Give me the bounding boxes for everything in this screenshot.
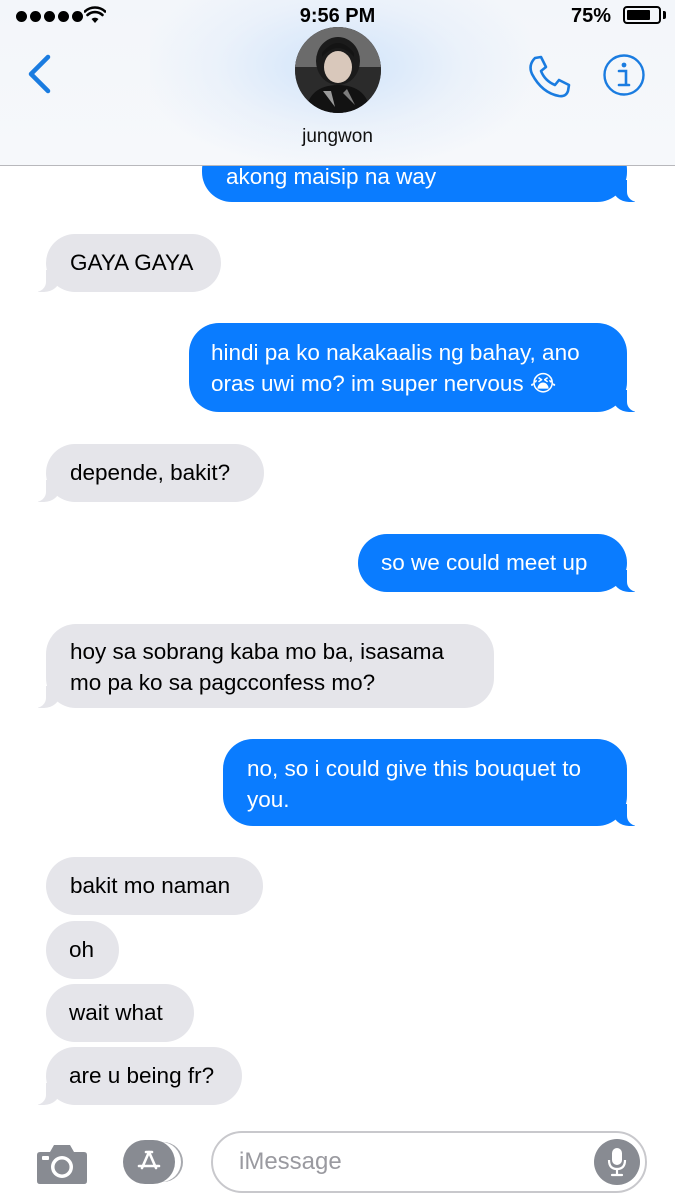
contact-avatar[interactable] (295, 27, 381, 113)
message-bubble-received[interactable]: GAYA GAYA (34, 234, 221, 292)
message-text: no, so i could give this bouquet to you. (247, 756, 581, 812)
message-bubble-sent[interactable]: so we could meet up (358, 534, 639, 592)
message-bubble-received[interactable]: depende, bakit? (34, 444, 264, 502)
microphone-icon (607, 1148, 627, 1177)
app-store-button[interactable] (123, 1140, 175, 1184)
battery-percent: 75% (570, 5, 611, 27)
battery-tip (663, 11, 666, 19)
message-bubble-received[interactable]: oh (46, 921, 119, 979)
back-chevron-icon[interactable] (24, 53, 54, 95)
conversation-header: 9:56 PM 75% jungwon (0, 0, 675, 166)
imessage-input[interactable] (211, 1131, 647, 1193)
message-text: GAYA GAYA (70, 250, 194, 275)
contact-name[interactable]: jungwon (0, 126, 675, 148)
avatar-photo (295, 27, 381, 113)
message-bubble-received[interactable]: bakit mo naman (46, 857, 263, 915)
message-text: are u being fr? (69, 1063, 215, 1088)
message-text: akong maisip na way (226, 164, 437, 189)
message-text: hindi pa ko nakakaalis ng bahay, ano ora… (211, 340, 580, 396)
message-text: hoy sa sobrang kaba mo ba, isasama mo pa… (70, 639, 444, 695)
message-text: depende, bakit? (70, 460, 231, 485)
message-text: so we could meet up (381, 550, 588, 575)
app-store-icon (137, 1150, 161, 1170)
message-bubble-received[interactable]: hoy sa sobrang kaba mo ba, isasama mo pa… (34, 624, 494, 708)
microphone-button[interactable] (594, 1139, 640, 1185)
message-bubble-received[interactable]: are u being fr? (34, 1047, 242, 1105)
message-bubble-sent[interactable]: hindi pa ko nakakaalis ng bahay, ano ora… (189, 323, 639, 412)
camera-icon[interactable] (36, 1141, 88, 1185)
battery-icon (623, 6, 661, 24)
phone-icon[interactable] (526, 54, 572, 100)
message-text: oh (69, 937, 95, 962)
message-text: bakit mo naman (70, 873, 231, 898)
message-bubble-sent[interactable]: no, so i could give this bouquet to you. (223, 739, 639, 826)
info-icon[interactable] (602, 53, 646, 97)
message-text: wait what (69, 1000, 163, 1025)
message-bubble-received[interactable]: wait what (46, 984, 194, 1042)
